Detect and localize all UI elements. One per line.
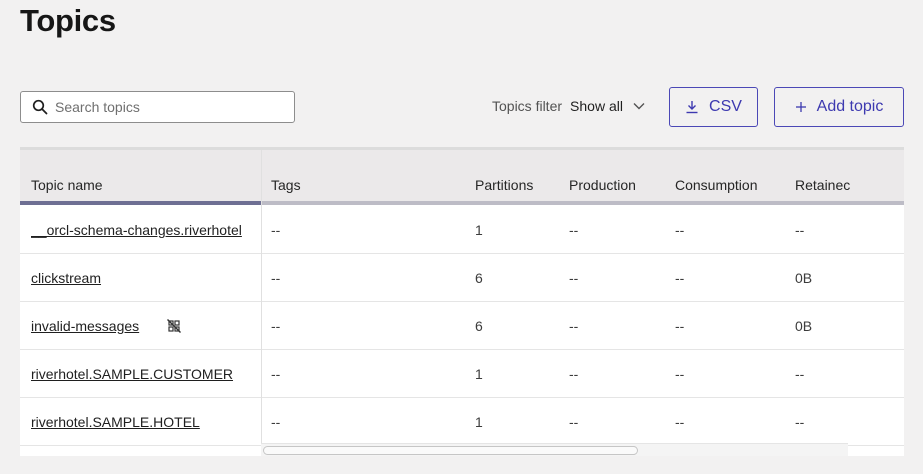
consumption-cell: -- [675,366,685,382]
tags-cell: -- [271,270,281,286]
consumption-cell: -- [675,414,685,430]
plus-icon [795,102,806,112]
export-csv-button[interactable]: CSV [669,87,758,127]
tags-cell: -- [271,366,281,382]
consumption-cell: -- [675,270,685,286]
scrollbar-thumb[interactable] [263,446,638,455]
table-row[interactable]: __orcl-schema-changes.riverhotel -- 1 --… [20,206,904,254]
search-input-wrapper[interactable] [20,91,295,123]
consumption-cell: -- [675,318,685,334]
column-header-partitions[interactable]: Partitions [475,177,533,193]
partitions-cell: 6 [475,318,483,334]
table-row[interactable]: clickstream -- 6 -- -- 0B [20,254,904,302]
topic-name-link[interactable]: __orcl-schema-changes.riverhotel [31,222,251,238]
retained-cell: -- [795,414,805,430]
consumption-cell: -- [675,222,685,238]
retained-cell: -- [795,366,805,382]
column-header-topic-name[interactable]: Topic name [31,177,103,193]
topic-name-link[interactable]: invalid-messages [31,318,161,334]
topics-filter: Topics filter Show all [492,98,645,114]
partitions-cell: 1 [475,414,483,430]
column-divider [261,150,262,446]
topics-filter-dropdown[interactable]: Show all [570,98,645,114]
download-icon [686,101,698,114]
column-header-tags[interactable]: Tags [271,177,301,193]
tags-cell: -- [271,318,281,334]
retained-cell: 0B [795,270,813,286]
production-cell: -- [569,270,579,286]
column-header-production[interactable]: Production [569,177,636,193]
partitions-cell: 1 [475,366,483,382]
tags-cell: -- [271,222,281,238]
column-header-consumption[interactable]: Consumption [675,177,758,193]
table-row[interactable]: riverhotel.SAMPLE.HOTEL -- 1 -- -- -- [20,398,904,446]
production-cell: -- [569,222,579,238]
export-csv-label: CSV [709,98,742,115]
production-cell: -- [569,414,579,430]
tags-cell: -- [271,414,281,430]
add-topic-button[interactable]: Add topic [774,87,904,127]
table-row[interactable]: riverhotel.SAMPLE.CUSTOMER -- 1 -- -- -- [20,350,904,398]
table-header: Topic name Tags Partitions Production Co… [20,150,904,205]
column-header-retained[interactable]: Retainec [795,177,850,193]
production-cell: -- [569,366,579,382]
sort-indicator [20,201,261,205]
topic-name-link[interactable]: riverhotel.SAMPLE.CUSTOMER [31,366,251,382]
add-topic-label: Add topic [816,98,884,115]
header-underline [261,201,904,205]
search-icon [32,99,48,115]
chevron-down-icon [633,103,645,110]
retained-cell: 0B [795,318,813,334]
no-schema-icon [167,319,181,333]
topic-name-link[interactable]: clickstream [31,270,251,286]
partitions-cell: 6 [475,270,483,286]
topics-filter-value: Show all [570,98,623,114]
topics-table: Topic name Tags Partitions Production Co… [20,147,904,456]
topics-filter-label: Topics filter [492,98,563,114]
page-title: Topics [20,3,116,38]
topic-name-link[interactable]: riverhotel.SAMPLE.HOTEL [31,414,251,430]
retained-cell: -- [795,222,805,238]
partitions-cell: 1 [475,222,483,238]
production-cell: -- [569,318,579,334]
table-row[interactable]: invalid-messages -- 6 -- -- 0B [20,302,904,350]
horizontal-scrollbar[interactable] [261,443,848,456]
search-input[interactable] [55,99,285,115]
